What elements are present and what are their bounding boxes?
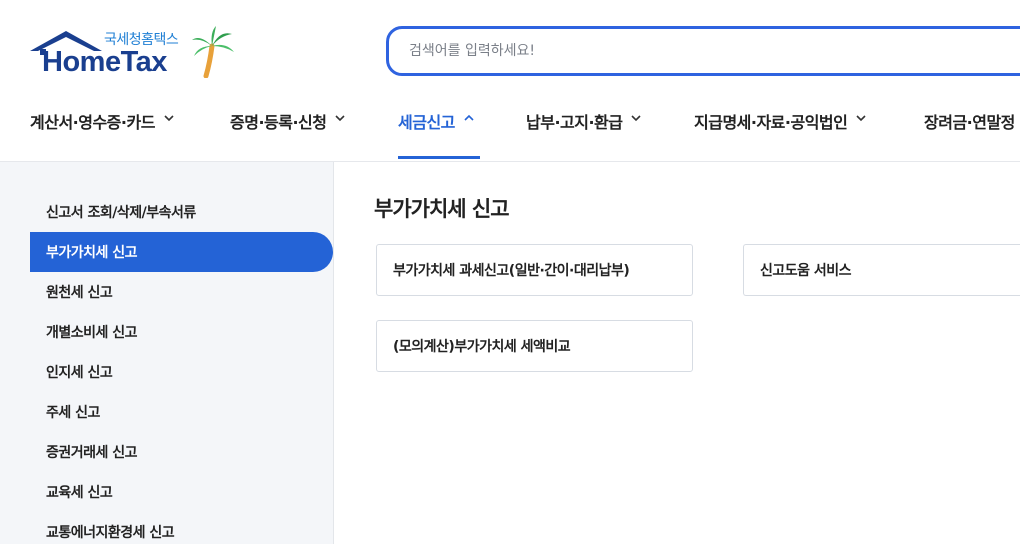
nav-item-label: 납부·고지·환급 [526, 113, 623, 132]
card-filing-help[interactable]: 신고도움 서비스 [743, 244, 1020, 296]
nav-item-payment[interactable]: 납부·고지·환급 [526, 100, 642, 162]
sidebar-item-liquor[interactable]: 주세 신고 [30, 392, 333, 432]
sidebar-item-label: 증권거래세 신고 [46, 445, 138, 461]
chevron-down-icon [631, 115, 642, 122]
sidebar-item-label: 교육세 신고 [46, 485, 113, 501]
nav-item-label: 지급명세·자료·공익법인 [694, 113, 848, 132]
chevron-down-icon [164, 115, 174, 122]
active-tab-indicator [398, 156, 480, 159]
header: 국세청홈택스 HomeTax 계산서·영수증·카드 증명·등록·신청 세금신고 [0, 0, 1020, 162]
sidebar-item-label: 원천세 신고 [46, 285, 113, 301]
page-title: 부가가치세 신고 [374, 197, 510, 221]
main-nav: 계산서·영수증·카드 증명·등록·신청 세금신고 납부·고지·환급 지급명세·자… [0, 100, 1020, 162]
card-label: 부가가치세 과세신고(일반·간이·대리납부) [393, 263, 630, 279]
chevron-down-icon [335, 115, 346, 122]
nav-item-label: 계산서·영수증·카드 [30, 113, 155, 132]
nav-item-label: 세금신고 [398, 113, 455, 132]
card-vat-simulation[interactable]: (모의계산)부가가치세 세액비교 [376, 320, 693, 372]
sidebar-item-label: 인지세 신고 [46, 365, 113, 381]
nav-item-label: 장려금·연말정 [924, 113, 1015, 132]
card-label: (모의계산)부가가치세 세액비교 [393, 339, 571, 355]
search-input[interactable] [409, 29, 1009, 73]
sidebar-item-education[interactable]: 교육세 신고 [30, 472, 333, 512]
nav-item-invoices[interactable]: 계산서·영수증·카드 [30, 100, 175, 162]
nav-item-tax-filing[interactable]: 세금신고 [398, 100, 475, 162]
nav-item-label: 증명·등록·신청 [230, 113, 327, 132]
sidebar-item-withholding[interactable]: 원천세 신고 [30, 272, 333, 312]
sidebar-item-label: 개별소비세 신고 [46, 325, 138, 341]
sidebar-item-label: 신고서 조회/삭제/부속서류 [46, 205, 196, 221]
sidebar-item-label: 주세 신고 [46, 405, 100, 421]
card-label: 신고도움 서비스 [760, 263, 852, 279]
chevron-up-icon [464, 114, 474, 121]
logo-name: HomeTax [42, 46, 167, 78]
sidebar-item-stamp[interactable]: 인지세 신고 [30, 352, 333, 392]
sidebar-item-label: 부가가치세 신고 [46, 245, 138, 261]
sidebar-item-transport-energy[interactable]: 교통에너지환경세 신고 [30, 512, 333, 544]
chevron-down-icon [856, 115, 866, 122]
sidebar-item-excise[interactable]: 개별소비세 신고 [30, 312, 333, 352]
nav-item-incentives[interactable]: 장려금·연말정 [924, 100, 1015, 162]
search-box [386, 26, 1020, 76]
sidebar-item-vat[interactable]: 부가가치세 신고 [30, 232, 333, 272]
card-vat-filing[interactable]: 부가가치세 과세신고(일반·간이·대리납부) [376, 244, 693, 296]
sidebar-item-label: 교통에너지환경세 신고 [46, 525, 175, 541]
nav-item-statements[interactable]: 지급명세·자료·공익법인 [694, 100, 867, 162]
sidebar: 신고서 조회/삭제/부속서류 부가가치세 신고 원천세 신고 개별소비세 신고 … [0, 162, 334, 544]
nav-item-certificates[interactable]: 증명·등록·신청 [230, 100, 346, 162]
sidebar-item-securities[interactable]: 증권거래세 신고 [30, 432, 333, 472]
palm-tree-icon [192, 26, 234, 78]
hometax-logo[interactable]: 국세청홈택스 HomeTax [30, 26, 240, 82]
sidebar-item-report-lookup[interactable]: 신고서 조회/삭제/부속서류 [30, 192, 333, 232]
